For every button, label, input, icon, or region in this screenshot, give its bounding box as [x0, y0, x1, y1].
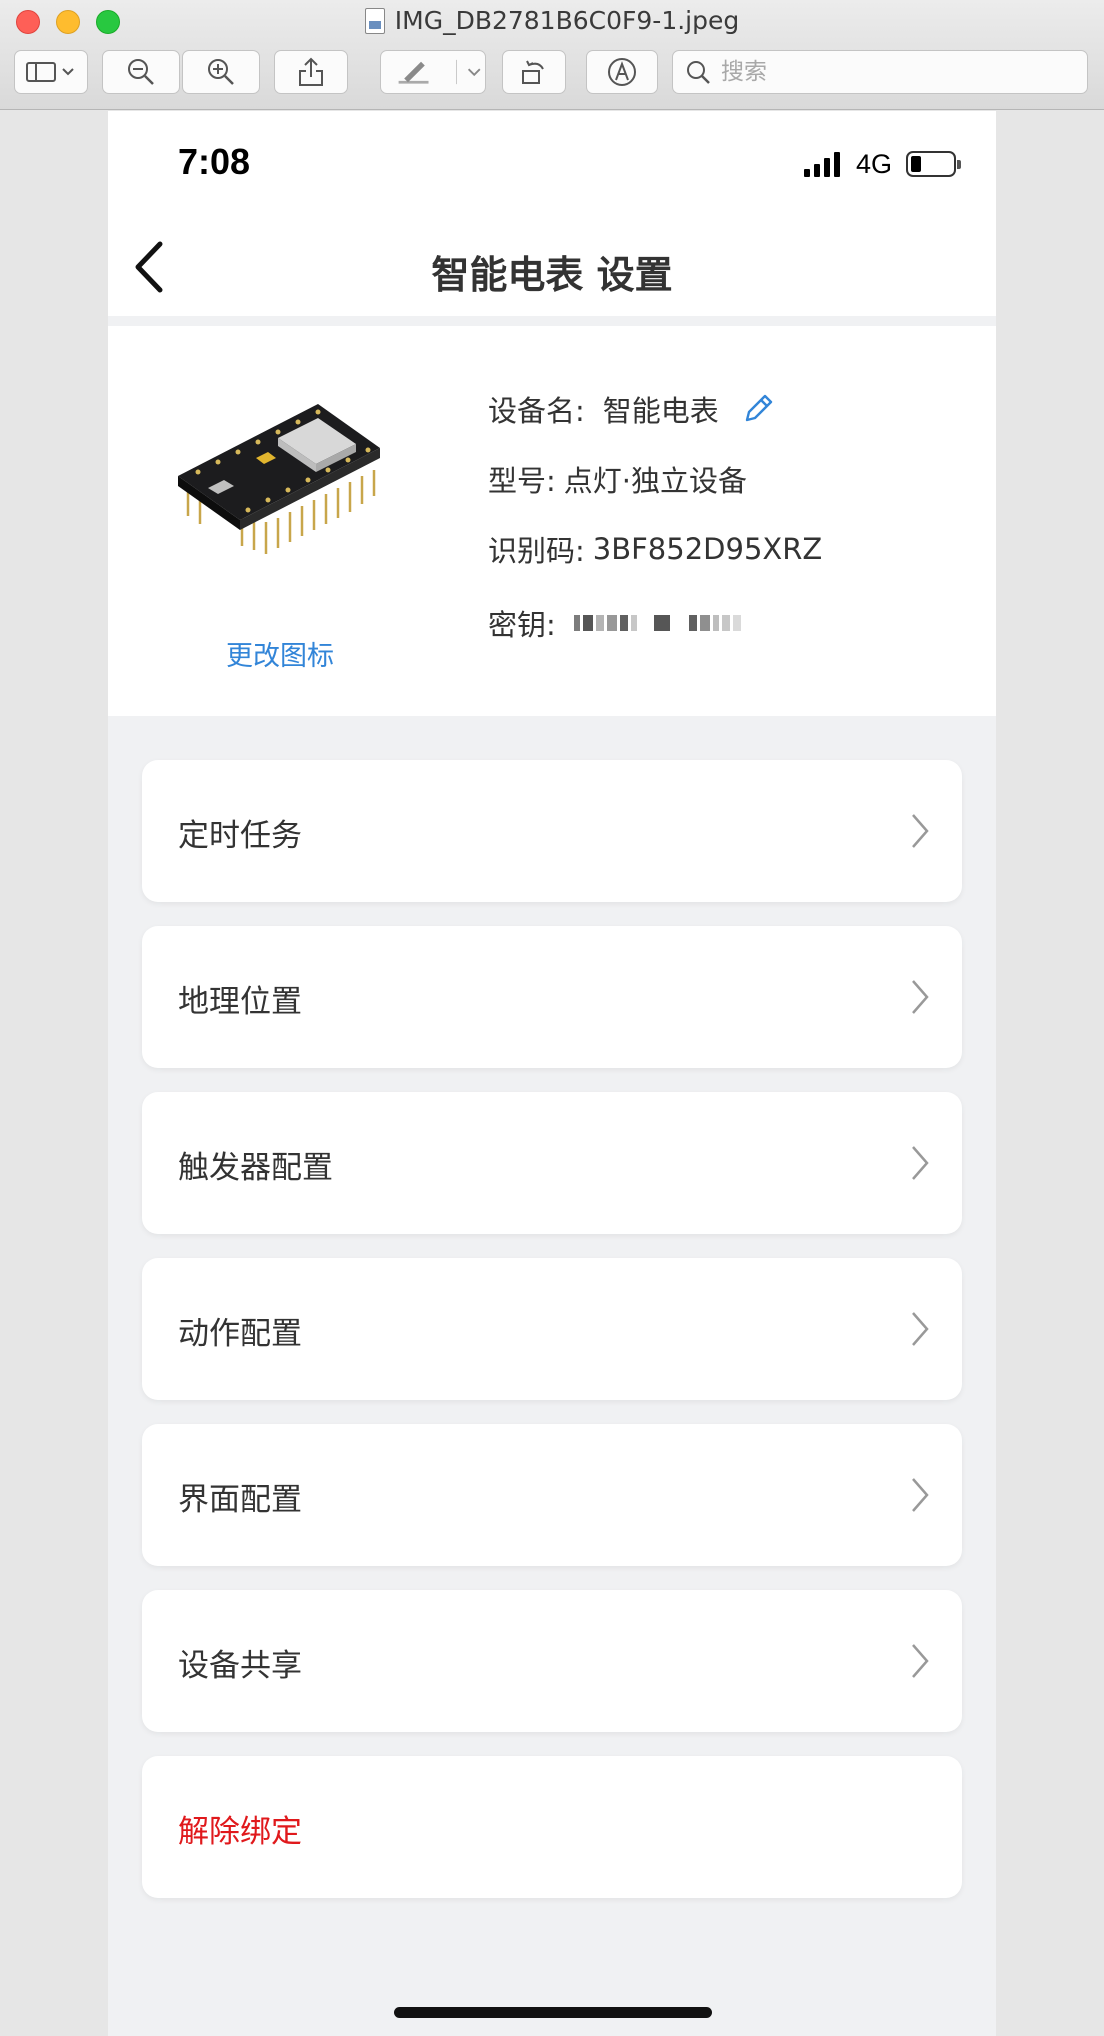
chevron-right-icon [912, 1312, 929, 1346]
zoom-out-icon [128, 59, 154, 85]
chevron-right-icon [912, 1146, 929, 1180]
menu-item-label: 地理位置 [178, 984, 302, 1020]
device-id-value: 3BF852D95XRZ [592, 532, 823, 566]
change-icon-link[interactable]: 更改图标 [226, 634, 334, 673]
chevron-right-icon [912, 814, 929, 848]
sidebar-toggle-button[interactable] [14, 50, 88, 94]
device-name-label: 设备名: [488, 394, 585, 428]
battery-icon [906, 151, 961, 177]
menu-item-label: 触发器配置 [178, 1150, 333, 1186]
markup-tool-button[interactable] [380, 50, 486, 94]
home-indicator [394, 2007, 712, 2018]
device-board-image [178, 404, 380, 554]
edit-pencil-icon[interactable] [741, 392, 775, 426]
window-title-text: IMG_DB2781B6C0F9-1.jpeg [394, 6, 740, 35]
chevron-right-icon [912, 1478, 929, 1512]
window-title: IMG_DB2781B6C0F9-1.jpeg [0, 6, 1104, 35]
sidebar-icon [26, 62, 74, 82]
chevron-right-icon [912, 980, 929, 1014]
menu-item-label: 设备共享 [178, 1648, 302, 1684]
device-info-card: 更改图标 设备名: 智能电表 型号: 点灯·独立设备 识别码: 3BF852D9… [108, 326, 996, 716]
menu-item-interface-config[interactable]: 界面配置 [142, 1424, 962, 1566]
nav-bar: 智能电表 设置 [108, 216, 996, 316]
device-model-row: 型号: 点灯·独立设备 [488, 458, 747, 500]
device-key-label: 密钥: [488, 608, 556, 642]
menu-item-location[interactable]: 地理位置 [142, 926, 962, 1068]
window-titlebar: IMG_DB2781B6C0F9-1.jpeg [0, 0, 1104, 110]
menu-item-label: 动作配置 [178, 1316, 302, 1352]
annotate-button[interactable] [586, 50, 658, 94]
zoom-in-icon [208, 59, 234, 85]
device-key-row: 密钥: [488, 602, 741, 644]
menu-item-label: 界面配置 [178, 1482, 302, 1518]
zoom-out-button[interactable] [102, 50, 180, 94]
device-id-label: 识别码: [488, 534, 585, 568]
share-icon [299, 57, 323, 86]
device-model-label: 型号: [488, 464, 556, 498]
status-bar: 7:08 4G [108, 111, 996, 216]
cellular-signal-icon [804, 151, 840, 177]
device-key-redacted [573, 615, 741, 631]
menu-item-scheduled-tasks[interactable]: 定时任务 [142, 760, 962, 902]
jpeg-file-icon [364, 7, 385, 34]
search-input[interactable] [721, 59, 1061, 85]
share-button[interactable] [274, 50, 348, 94]
highlighter-icon [398, 59, 457, 85]
chevron-down-icon [467, 68, 481, 77]
menu-item-device-sharing[interactable]: 设备共享 [142, 1590, 962, 1732]
menu-item-action-config[interactable]: 动作配置 [142, 1258, 962, 1400]
device-name-value: 智能电表 [602, 394, 719, 428]
zoom-in-button[interactable] [182, 50, 260, 94]
unbind-label: 解除绑定 [178, 1814, 302, 1850]
chevron-right-icon [912, 1644, 929, 1678]
search-field[interactable] [672, 50, 1088, 94]
menu-item-label: 定时任务 [178, 818, 302, 854]
rotate-icon [522, 60, 544, 84]
pen-circle-icon [608, 58, 636, 86]
network-type: 4G [856, 149, 893, 179]
menu-item-trigger-config[interactable]: 触发器配置 [142, 1092, 962, 1234]
search-icon [687, 61, 710, 84]
unbind-device-button[interactable]: 解除绑定 [142, 1756, 962, 1898]
device-id-row: 识别码: 3BF852D95XRZ [488, 528, 822, 570]
phone-screen: 7:08 4G 智能电表 设置 更改图标 设备名: 智能电表 型号: 点灯·独立… [108, 111, 996, 2036]
status-time: 7:08 [178, 141, 251, 182]
device-model-value: 点灯·独立设备 [563, 464, 747, 498]
page-title: 智能电表 设置 [431, 253, 673, 297]
rotate-button[interactable] [502, 50, 566, 94]
device-name-row: 设备名: 智能电表 [488, 388, 775, 430]
